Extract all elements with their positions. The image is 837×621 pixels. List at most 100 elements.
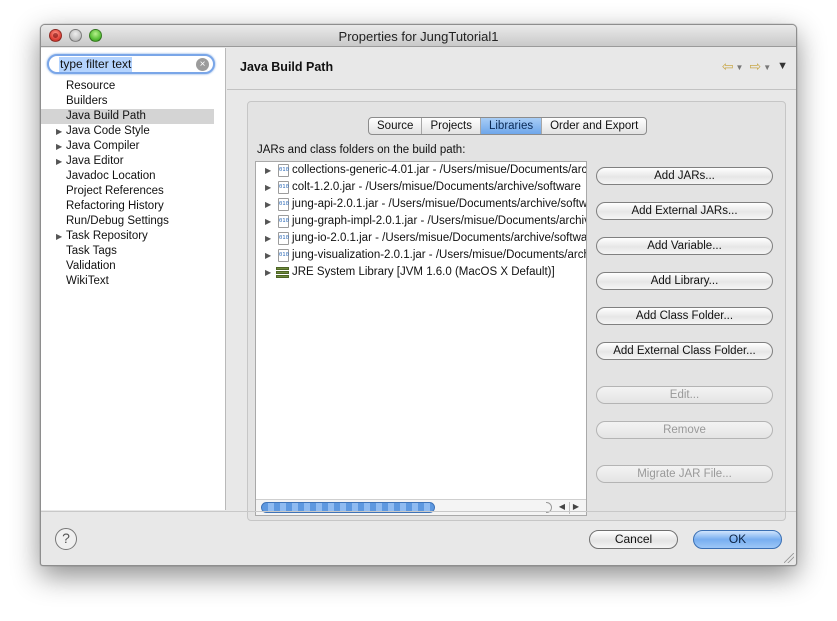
list-item-label: jung-visualization-2.0.1.jar - /Users/mi… [292, 249, 587, 261]
remove-button[interactable]: Remove [596, 421, 773, 439]
history-navigation: ⇦ ▼ ⇨ ▼ ▼ [722, 58, 788, 75]
expand-arrow-icon[interactable]: ▶ [265, 247, 271, 264]
tab-projects[interactable]: Projects [422, 118, 481, 134]
sidebar-item-label: Java Build Path [66, 110, 146, 122]
view-menu-icon[interactable]: ▼ [777, 60, 788, 75]
expand-arrow-icon[interactable]: ▶ [265, 196, 271, 213]
list-item[interactable]: ▶ 010 jung-visualization-2.0.1.jar - /User… [256, 247, 586, 264]
sidebar-item-label: Refactoring History [66, 200, 164, 212]
sidebar-item-java-code-style[interactable]: ▶ Java Code Style [41, 124, 226, 139]
horizontal-scrollbar[interactable]: ◀ ▶ [256, 499, 586, 515]
expand-arrow-icon[interactable]: ▶ [56, 229, 62, 244]
list-item[interactable]: ▶ 010 jung-io-2.0.1.jar - /Users/misue/Doc… [256, 230, 586, 247]
properties-dialog: Properties for JungTutorial1 type filter… [40, 24, 797, 566]
clear-filter-icon[interactable]: × [196, 58, 209, 71]
sidebar-item-label: Project References [66, 185, 164, 197]
list-item[interactable]: ▶ 010 jung-graph-impl-2.0.1.jar - /Users/m… [256, 213, 586, 230]
libraries-heading: JARs and class folders on the build path… [257, 144, 466, 156]
jar-icon: 010 [278, 232, 289, 245]
sidebar-item-java-compiler[interactable]: ▶ Java Compiler [41, 139, 226, 154]
title-bar[interactable]: Properties for JungTutorial1 [41, 25, 796, 47]
sidebar-item-builders[interactable]: Builders [41, 94, 226, 109]
expand-arrow-icon[interactable]: ▶ [265, 162, 271, 179]
footer-divider [41, 511, 796, 512]
sidebar-item-java-build-path[interactable]: Java Build Path [41, 109, 214, 124]
scrollbar-divider [569, 502, 570, 514]
sidebar-item-javadoc-location[interactable]: Javadoc Location [41, 169, 226, 184]
scroll-right-icon[interactable]: ▶ [573, 502, 579, 511]
chevron-down-icon[interactable]: ▼ [763, 63, 771, 75]
tab-bar: Source Projects Libraries Order and Expo… [368, 117, 648, 135]
sidebar-item-run-debug-settings[interactable]: Run/Debug Settings [41, 214, 226, 229]
jar-icon: 010 [278, 249, 289, 262]
sidebar-item-label: Task Tags [66, 245, 117, 257]
expand-arrow-icon[interactable]: ▶ [265, 264, 271, 281]
preference-tree: Resource Builders Java Build Path ▶ Java … [41, 79, 226, 289]
sidebar-item-label: Java Compiler [66, 140, 140, 152]
sidebar-item-wikitext[interactable]: WikiText [41, 274, 226, 289]
sidebar-item-validation[interactable]: Validation [41, 259, 226, 274]
sidebar-item-label: Run/Debug Settings [66, 215, 169, 227]
resize-grip-icon[interactable] [784, 553, 794, 563]
jar-icon: 010 [278, 215, 289, 228]
sidebar-item-label: Builders [66, 95, 108, 107]
edit-button[interactable]: Edit... [596, 386, 773, 404]
list-item-label: jung-io-2.0.1.jar - /Users/misue/Documen… [292, 232, 587, 244]
tab-order-and-export[interactable]: Order and Export [542, 118, 646, 134]
sidebar-item-refactoring-history[interactable]: Refactoring History [41, 199, 226, 214]
list-item-label: jung-graph-impl-2.0.1.jar - /Users/misue… [292, 215, 587, 227]
expand-arrow-icon[interactable]: ▶ [56, 139, 62, 154]
sidebar-item-label: Resource [66, 80, 116, 92]
sidebar-item-task-repository[interactable]: ▶ Task Repository [41, 229, 226, 244]
jar-icon: 010 [278, 164, 289, 177]
expand-arrow-icon[interactable]: ▶ [265, 230, 271, 247]
list-item-label: jung-api-2.0.1.jar - /Users/misue/Docume… [292, 198, 587, 210]
add-library-button[interactable]: Add Library... [596, 272, 773, 290]
sidebar-item-label: Javadoc Location [66, 170, 156, 182]
expand-arrow-icon[interactable]: ▶ [56, 154, 62, 169]
ok-button[interactable]: OK [693, 530, 782, 549]
forward-arrow-icon[interactable]: ⇨ [749, 58, 761, 75]
list-item-label: JRE System Library [JVM 1.6.0 (MacOS X D… [292, 266, 555, 278]
libraries-list[interactable]: ▶ 010 collections-generic-4.01.jar - /User… [255, 161, 587, 516]
sidebar-item-task-tags[interactable]: Task Tags [41, 244, 226, 259]
sidebar-item-label: Validation [66, 260, 116, 272]
chevron-down-icon[interactable]: ▼ [736, 63, 744, 75]
build-path-page: Java Build Path ⇦ ▼ ⇨ ▼ ▼ Source Projects … [227, 48, 796, 521]
help-icon[interactable]: ? [55, 528, 77, 550]
list-item-label: collections-generic-4.01.jar - /Users/mi… [292, 164, 587, 176]
sidebar-item-label: Java Code Style [66, 125, 150, 137]
cancel-button[interactable]: Cancel [589, 530, 678, 549]
filter-input[interactable]: type filter text × [47, 54, 215, 74]
add-class-folder-button[interactable]: Add Class Folder... [596, 307, 773, 325]
scroll-left-icon[interactable]: ◀ [559, 502, 565, 511]
sidebar-item-label: Task Repository [66, 230, 148, 242]
window-title: Properties for JungTutorial1 [338, 29, 499, 44]
list-item[interactable]: ▶ 010 collections-generic-4.01.jar - /User… [256, 162, 586, 179]
expand-arrow-icon[interactable]: ▶ [265, 213, 271, 230]
add-variable-button[interactable]: Add Variable... [596, 237, 773, 255]
migrate-jar-button[interactable]: Migrate JAR File... [596, 465, 773, 483]
sidebar-item-project-references[interactable]: Project References [41, 184, 226, 199]
expand-arrow-icon[interactable]: ▶ [56, 124, 62, 139]
expand-arrow-icon[interactable]: ▶ [265, 179, 271, 196]
sidebar-item-java-editor[interactable]: ▶ Java Editor [41, 154, 226, 169]
sidebar-item-resource[interactable]: Resource [41, 79, 226, 94]
preference-sidebar: type filter text × Resource Builders Jav… [41, 48, 226, 510]
back-arrow-icon[interactable]: ⇦ [722, 58, 734, 75]
list-item[interactable]: ▶ 010 jung-api-2.0.1.jar - /Users/misue/Do… [256, 196, 586, 213]
add-external-jars-button[interactable]: Add External JARs... [596, 202, 773, 220]
tab-libraries[interactable]: Libraries [480, 118, 543, 134]
add-external-class-folder-button[interactable]: Add External Class Folder... [596, 342, 773, 360]
header-divider [227, 89, 796, 90]
sidebar-item-label: Java Editor [66, 155, 124, 167]
sidebar-item-label: WikiText [66, 275, 109, 287]
page-title: Java Build Path [240, 60, 334, 74]
filter-input-text[interactable]: type filter text [59, 57, 133, 72]
library-icon [276, 267, 291, 278]
add-jars-button[interactable]: Add JARs... [596, 167, 773, 185]
list-item-label: colt-1.2.0.jar - /Users/misue/Documents/… [292, 181, 581, 193]
list-item[interactable]: ▶ JRE System Library [JVM 1.6.0 (MacOS X … [256, 264, 586, 281]
tab-source[interactable]: Source [369, 118, 423, 134]
list-item[interactable]: ▶ 010 colt-1.2.0.jar - /Users/misue/Docume… [256, 179, 586, 196]
